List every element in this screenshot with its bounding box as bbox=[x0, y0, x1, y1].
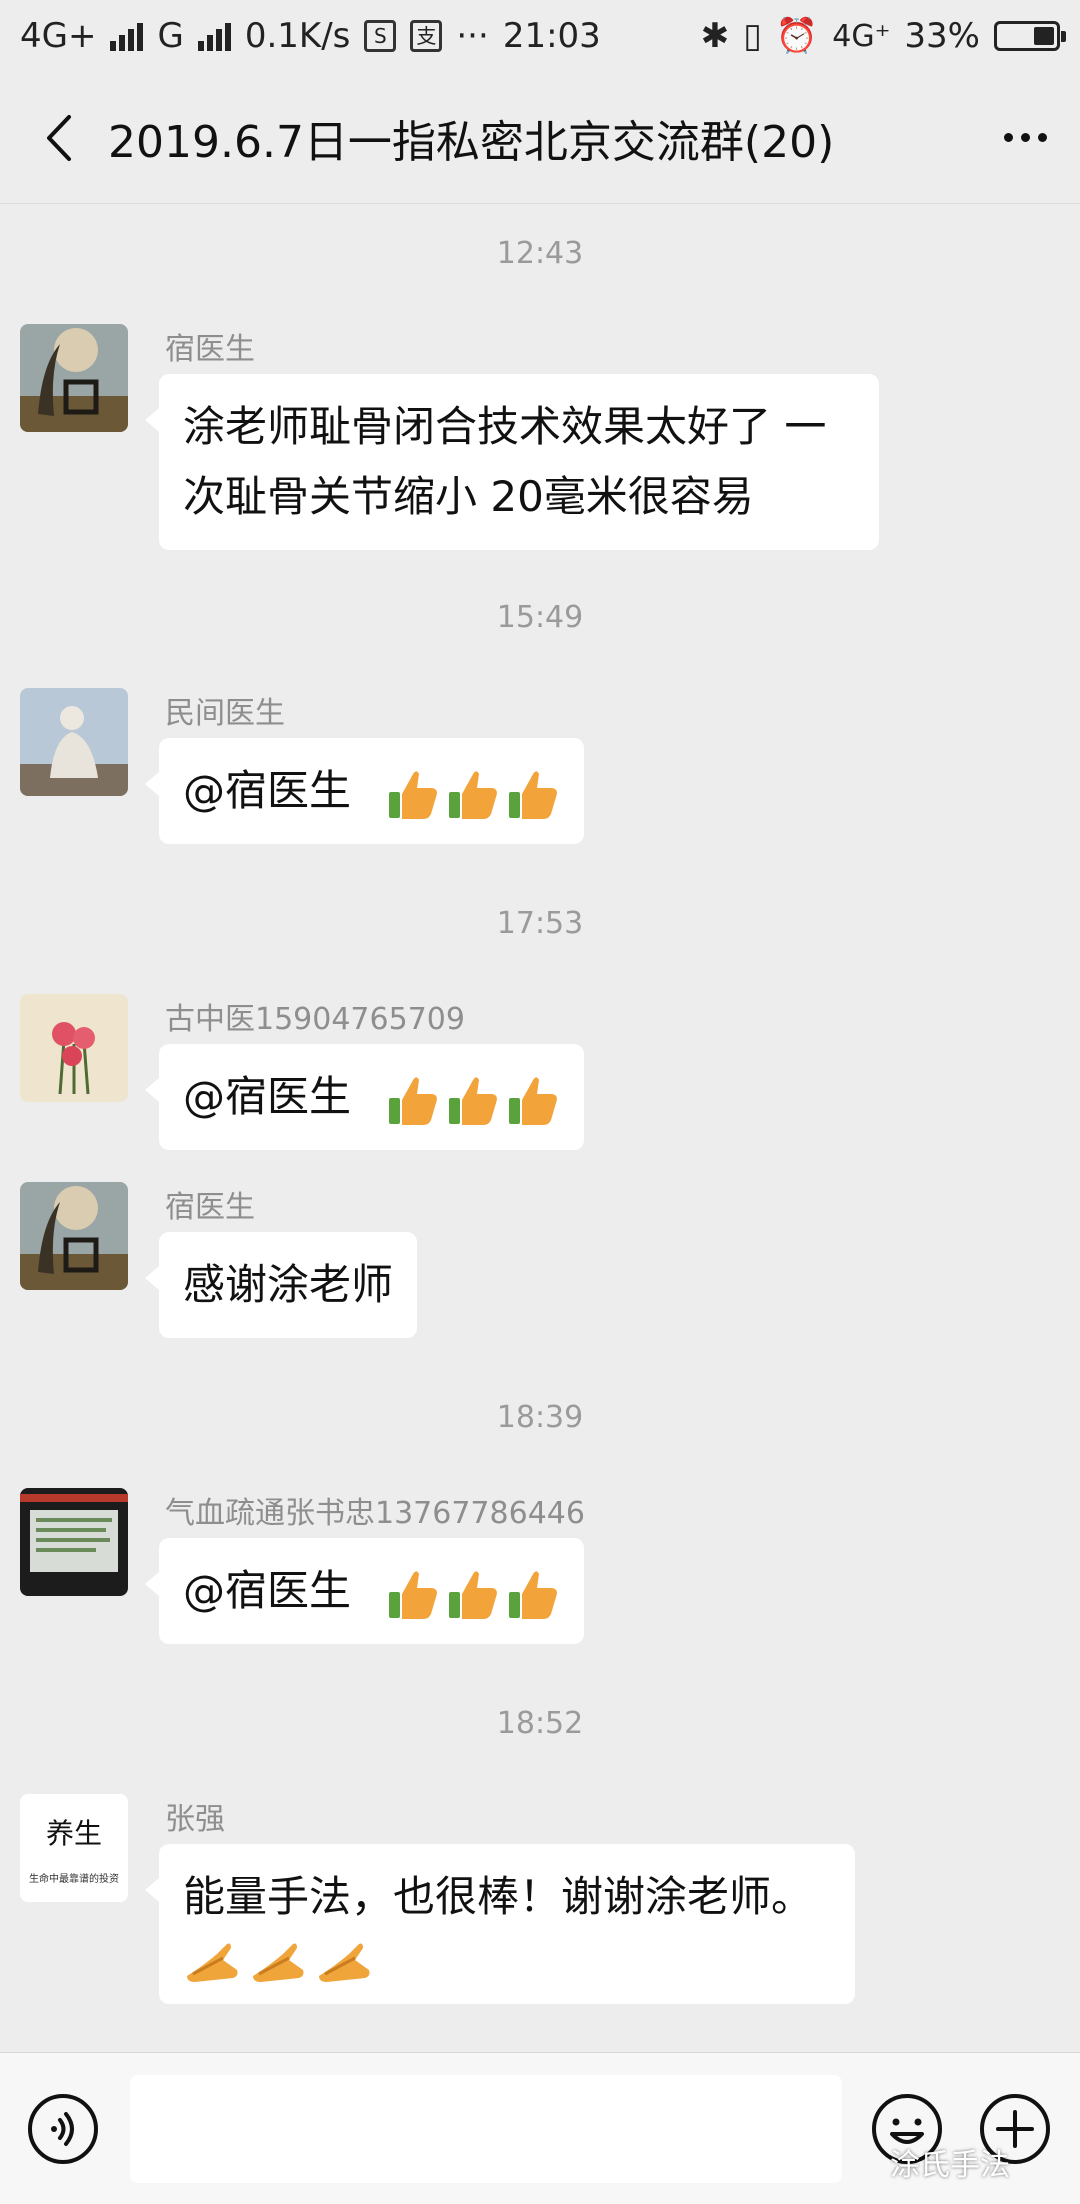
sender-name: 民间医生 bbox=[165, 696, 285, 731]
status-bar: 4G+ G 0.1K/s S 支 ··· 21:03 ✱ ▯ ⏰ 4G⁺ 33% bbox=[0, 0, 1080, 72]
network-speed: 0.1K/s bbox=[244, 16, 351, 56]
sender-name: 古中医15904765709 bbox=[165, 1002, 465, 1037]
message-bubble[interactable]: @宿医生 bbox=[144, 1538, 585, 1644]
avatar[interactable]: 养生 生命中最靠谱的投资 bbox=[20, 1794, 128, 1902]
thumbs-up-icon bbox=[509, 1076, 558, 1125]
message-text: @宿医生 bbox=[183, 1566, 352, 1615]
clap-icon bbox=[187, 1943, 238, 1982]
watermark: 涂氏手法 bbox=[890, 2148, 1010, 2183]
chat-title: 2019.6.7日一指私密北京交流群(20) bbox=[108, 116, 835, 168]
sender-name: 张强 bbox=[165, 1802, 225, 1837]
signal-icon-1 bbox=[110, 21, 144, 51]
status-time: 21:03 bbox=[502, 16, 601, 56]
avatar-title: 养生 bbox=[45, 1817, 102, 1850]
battery-icon bbox=[994, 21, 1066, 51]
message-text: 感谢涂老师 bbox=[183, 1260, 394, 1309]
network-label-2: G bbox=[157, 16, 184, 56]
sender-name: 宿医生 bbox=[165, 1190, 255, 1225]
lecture-screen-avatar-icon bbox=[20, 1488, 128, 1596]
tree-landscape-avatar-icon bbox=[20, 1182, 128, 1290]
message-bubble[interactable]: 能量手法，也很棒！谢谢涂老师。 bbox=[145, 1844, 855, 2004]
thumbs-up-icon bbox=[389, 1076, 438, 1125]
signal-icon-2 bbox=[197, 21, 231, 51]
message-text: 涂老师耻骨闭合技术效果太好了 一次耻骨关节缩小 20毫米很容易 bbox=[183, 402, 827, 521]
alarm-icon: ⏰ bbox=[775, 16, 819, 56]
avatar[interactable] bbox=[20, 688, 128, 796]
thumbs-up-icon bbox=[389, 770, 438, 819]
bluetooth-icon: ✱ bbox=[700, 16, 730, 56]
carnations-avatar-icon bbox=[20, 994, 128, 1102]
avatar[interactable] bbox=[20, 1488, 128, 1596]
more-notifications-icon: ··· bbox=[456, 16, 489, 56]
thumbs-up-icon bbox=[449, 1570, 498, 1619]
network-label-3: 4G⁺ bbox=[832, 18, 891, 54]
vibrate-icon: ▯ bbox=[743, 16, 762, 56]
timestamp: 17:53 bbox=[496, 906, 584, 941]
clap-icon bbox=[253, 1943, 304, 1982]
app-notification-icon: 支 bbox=[410, 20, 443, 52]
message-bubble[interactable]: @宿医生 bbox=[144, 1044, 585, 1150]
network-label-1: 4G+ bbox=[20, 16, 97, 56]
chevron-left-icon bbox=[47, 114, 71, 161]
avatar-subtitle: 生命中最靠谱的投资 bbox=[29, 1874, 119, 1885]
message-text: 能量手法，也很棒！谢谢涂老师。 bbox=[183, 1872, 814, 1921]
timestamp: 18:39 bbox=[496, 1400, 584, 1435]
timestamp: 12:43 bbox=[496, 236, 584, 271]
thumbs-up-icon bbox=[509, 1570, 558, 1619]
voice-icon bbox=[28, 2094, 98, 2164]
thumbs-up-icon bbox=[389, 1570, 438, 1619]
sender-name: 气血疏通张书忠13767786446 bbox=[165, 1496, 585, 1531]
timestamp: 18:52 bbox=[496, 1706, 584, 1741]
avatar[interactable] bbox=[20, 1182, 128, 1290]
avatar[interactable] bbox=[20, 994, 128, 1102]
message-text: @宿医生 bbox=[183, 1072, 352, 1121]
message-text: @宿医生 bbox=[183, 766, 352, 815]
message-bubble[interactable]: 感谢涂老师 bbox=[144, 1232, 418, 1338]
statue-avatar-icon bbox=[20, 688, 128, 796]
avatar[interactable] bbox=[20, 324, 128, 432]
s-app-icon: S bbox=[364, 20, 397, 52]
battery-percent: 33% bbox=[904, 16, 980, 56]
chat-area[interactable]: 12:43 宿医生 涂老师耻骨闭合技术效果太好了 一次耻骨关节缩小 20毫米很容… bbox=[0, 204, 1080, 2052]
sender-name: 宿医生 bbox=[165, 332, 255, 367]
chat-header: 2019.6.7日一指私密北京交流群(20) bbox=[0, 72, 1080, 204]
message-bubble[interactable]: @宿医生 bbox=[144, 738, 585, 844]
thumbs-up-icon bbox=[449, 770, 498, 819]
tree-landscape-avatar-icon bbox=[20, 324, 128, 432]
more-horizontal-icon bbox=[1003, 133, 1013, 142]
thumbs-up-icon bbox=[449, 1076, 498, 1125]
clap-icon bbox=[319, 1943, 370, 1982]
more-button[interactable] bbox=[970, 72, 1080, 203]
timestamp: 15:49 bbox=[496, 600, 584, 635]
message-bubble[interactable]: 涂老师耻骨闭合技术效果太好了 一次耻骨关节缩小 20毫米很容易 bbox=[145, 374, 879, 550]
back-button[interactable] bbox=[8, 72, 108, 203]
thumbs-up-icon bbox=[509, 770, 558, 819]
message-input[interactable] bbox=[130, 2075, 842, 2183]
voice-button[interactable] bbox=[26, 2092, 100, 2166]
